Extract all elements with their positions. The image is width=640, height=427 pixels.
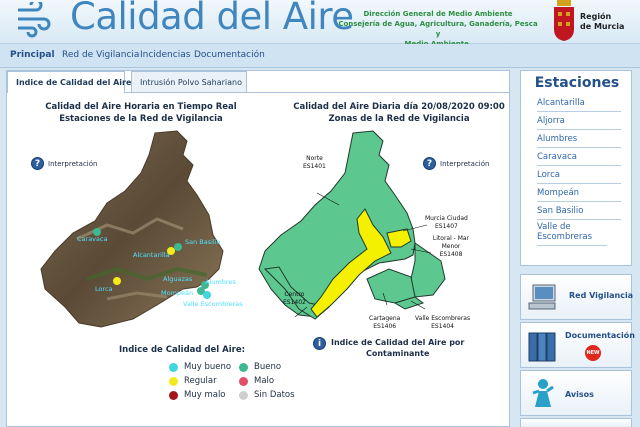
legend-dot (239, 390, 248, 400)
nav-incidencias[interactable]: Incidencias (140, 50, 190, 60)
station-lorca-marker[interactable] (113, 277, 121, 285)
tab-indice-calidad[interactable]: Indice de Calidad del Aire (7, 71, 131, 93)
station-mompean-label[interactable]: Mompeán (161, 289, 193, 297)
sidebar-item-aljorra[interactable]: Aljorra (537, 116, 621, 130)
contaminante-link[interactable]: i Indice de Calidad del Aire por Contami… (313, 337, 464, 359)
region-shield-icon (554, 0, 574, 41)
legend-muy-malo: Muy malo (169, 390, 226, 400)
zone-cartagena[interactable] (366, 268, 416, 304)
legend-dot (169, 362, 178, 372)
info-icon: i (313, 337, 326, 350)
legend-dot (169, 390, 178, 400)
sidebar-item-san-basilio[interactable]: San Basilio (537, 206, 621, 220)
avisos-button[interactable]: Avisos (520, 370, 632, 416)
station-alcantarilla-label[interactable]: Alcantarilla (133, 251, 170, 259)
sidebar-item-alcantarilla[interactable]: Alcantarilla (537, 98, 621, 112)
zone-label-murcia-ciudad: Murcia Ciudad ES1407 (425, 215, 468, 230)
station-san-basilio-marker[interactable] (174, 243, 182, 251)
binders-icon (528, 332, 556, 362)
stations-title: Estaciones (534, 75, 620, 91)
tab-polvo-sahariano[interactable]: Intrusión Polvo Sahariano (131, 71, 247, 93)
left-map-title: Calidad del Aire Horaria en Tiempo Real … (45, 102, 237, 124)
computer-icon (528, 284, 556, 310)
legend-muy-bueno: Muy bueno (169, 362, 231, 372)
department-text: Dirección General de Medio Ambiente Cons… (338, 10, 538, 48)
main-panel: Indice de Calidad del Aire Intrusión Pol… (6, 70, 510, 427)
legend-dot (239, 376, 248, 386)
new-badge: NEW (585, 345, 601, 361)
station-alguazas-label[interactable]: Alguazas (163, 275, 193, 283)
legend-title: Indice de Calidad del Aire: (119, 345, 246, 355)
zone-label-centro: Centro ES1402 (283, 291, 306, 306)
air-wind-icon (18, 2, 51, 38)
app-title: Calidad del Aire (70, 0, 354, 38)
sidebar-item-valle-escombreras[interactable]: Valle de Escombreras (537, 222, 607, 246)
station-san-basilio-label[interactable]: San Basilio (185, 238, 221, 246)
nav-red-vigilancia[interactable]: Red de Vigilancia (62, 50, 139, 60)
zones-map (258, 130, 446, 320)
legend-dot (239, 362, 248, 372)
region-name: Región de Murcia (580, 12, 625, 31)
documentacion-button[interactable]: Documentación NEW (520, 322, 635, 368)
person-icon (532, 379, 554, 407)
region-shape (40, 130, 224, 328)
red-vigilancia-button[interactable]: Red Vigilancia (520, 274, 633, 320)
station-caravaca-label[interactable]: Caravaca (77, 235, 108, 243)
station-alumbres-label[interactable]: Alumbres (205, 278, 236, 286)
tab-divider (125, 92, 510, 93)
station-lorca-label[interactable]: Lorca (95, 285, 113, 293)
zone-label-cartagena: Cartagena ES1406 (369, 315, 401, 330)
sidebar-item-alumbres[interactable]: Alumbres (537, 134, 621, 148)
relief-map: Caravaca San Basilio Alcantarilla Alguaz… (40, 130, 243, 328)
legend-bueno: Bueno (239, 362, 281, 372)
station-valle-escombreras-label[interactable]: Valle Escombreras (183, 300, 243, 308)
nav-principal[interactable]: Principal (10, 50, 55, 60)
sidebar-more-button[interactable] (520, 418, 632, 427)
zone-label-litoral: Litoral - Mar Menor ES1408 (432, 235, 470, 258)
stations-sidebar: Estaciones Alcantarilla Aljorra Alumbres… (520, 70, 632, 266)
legend-regular: Regular (169, 376, 217, 386)
legend-malo: Malo (239, 376, 274, 386)
sidebar-item-mompean[interactable]: Mompeán (537, 188, 621, 202)
sidebar-item-caravaca[interactable]: Caravaca (537, 152, 621, 166)
station-valle-escombreras-marker[interactable] (203, 291, 211, 299)
main-nav: Principal Red de Vigilancia Incidencias … (0, 44, 640, 68)
legend-dot (169, 376, 178, 386)
zone-label-valle-escombreras: Valle Escombreras ES1404 (415, 315, 471, 330)
zone-label-norte: Norte ES1401 (303, 155, 326, 170)
right-map-title: Calidad del Aire Diaria día 20/08/2020 0… (293, 102, 505, 124)
nav-documentacion[interactable]: Documentación (194, 50, 265, 60)
sidebar-item-lorca[interactable]: Lorca (537, 170, 621, 184)
legend-sin-datos: Sin Datos (239, 390, 295, 400)
header: Calidad del Aire Dirección General de Me… (0, 0, 640, 48)
